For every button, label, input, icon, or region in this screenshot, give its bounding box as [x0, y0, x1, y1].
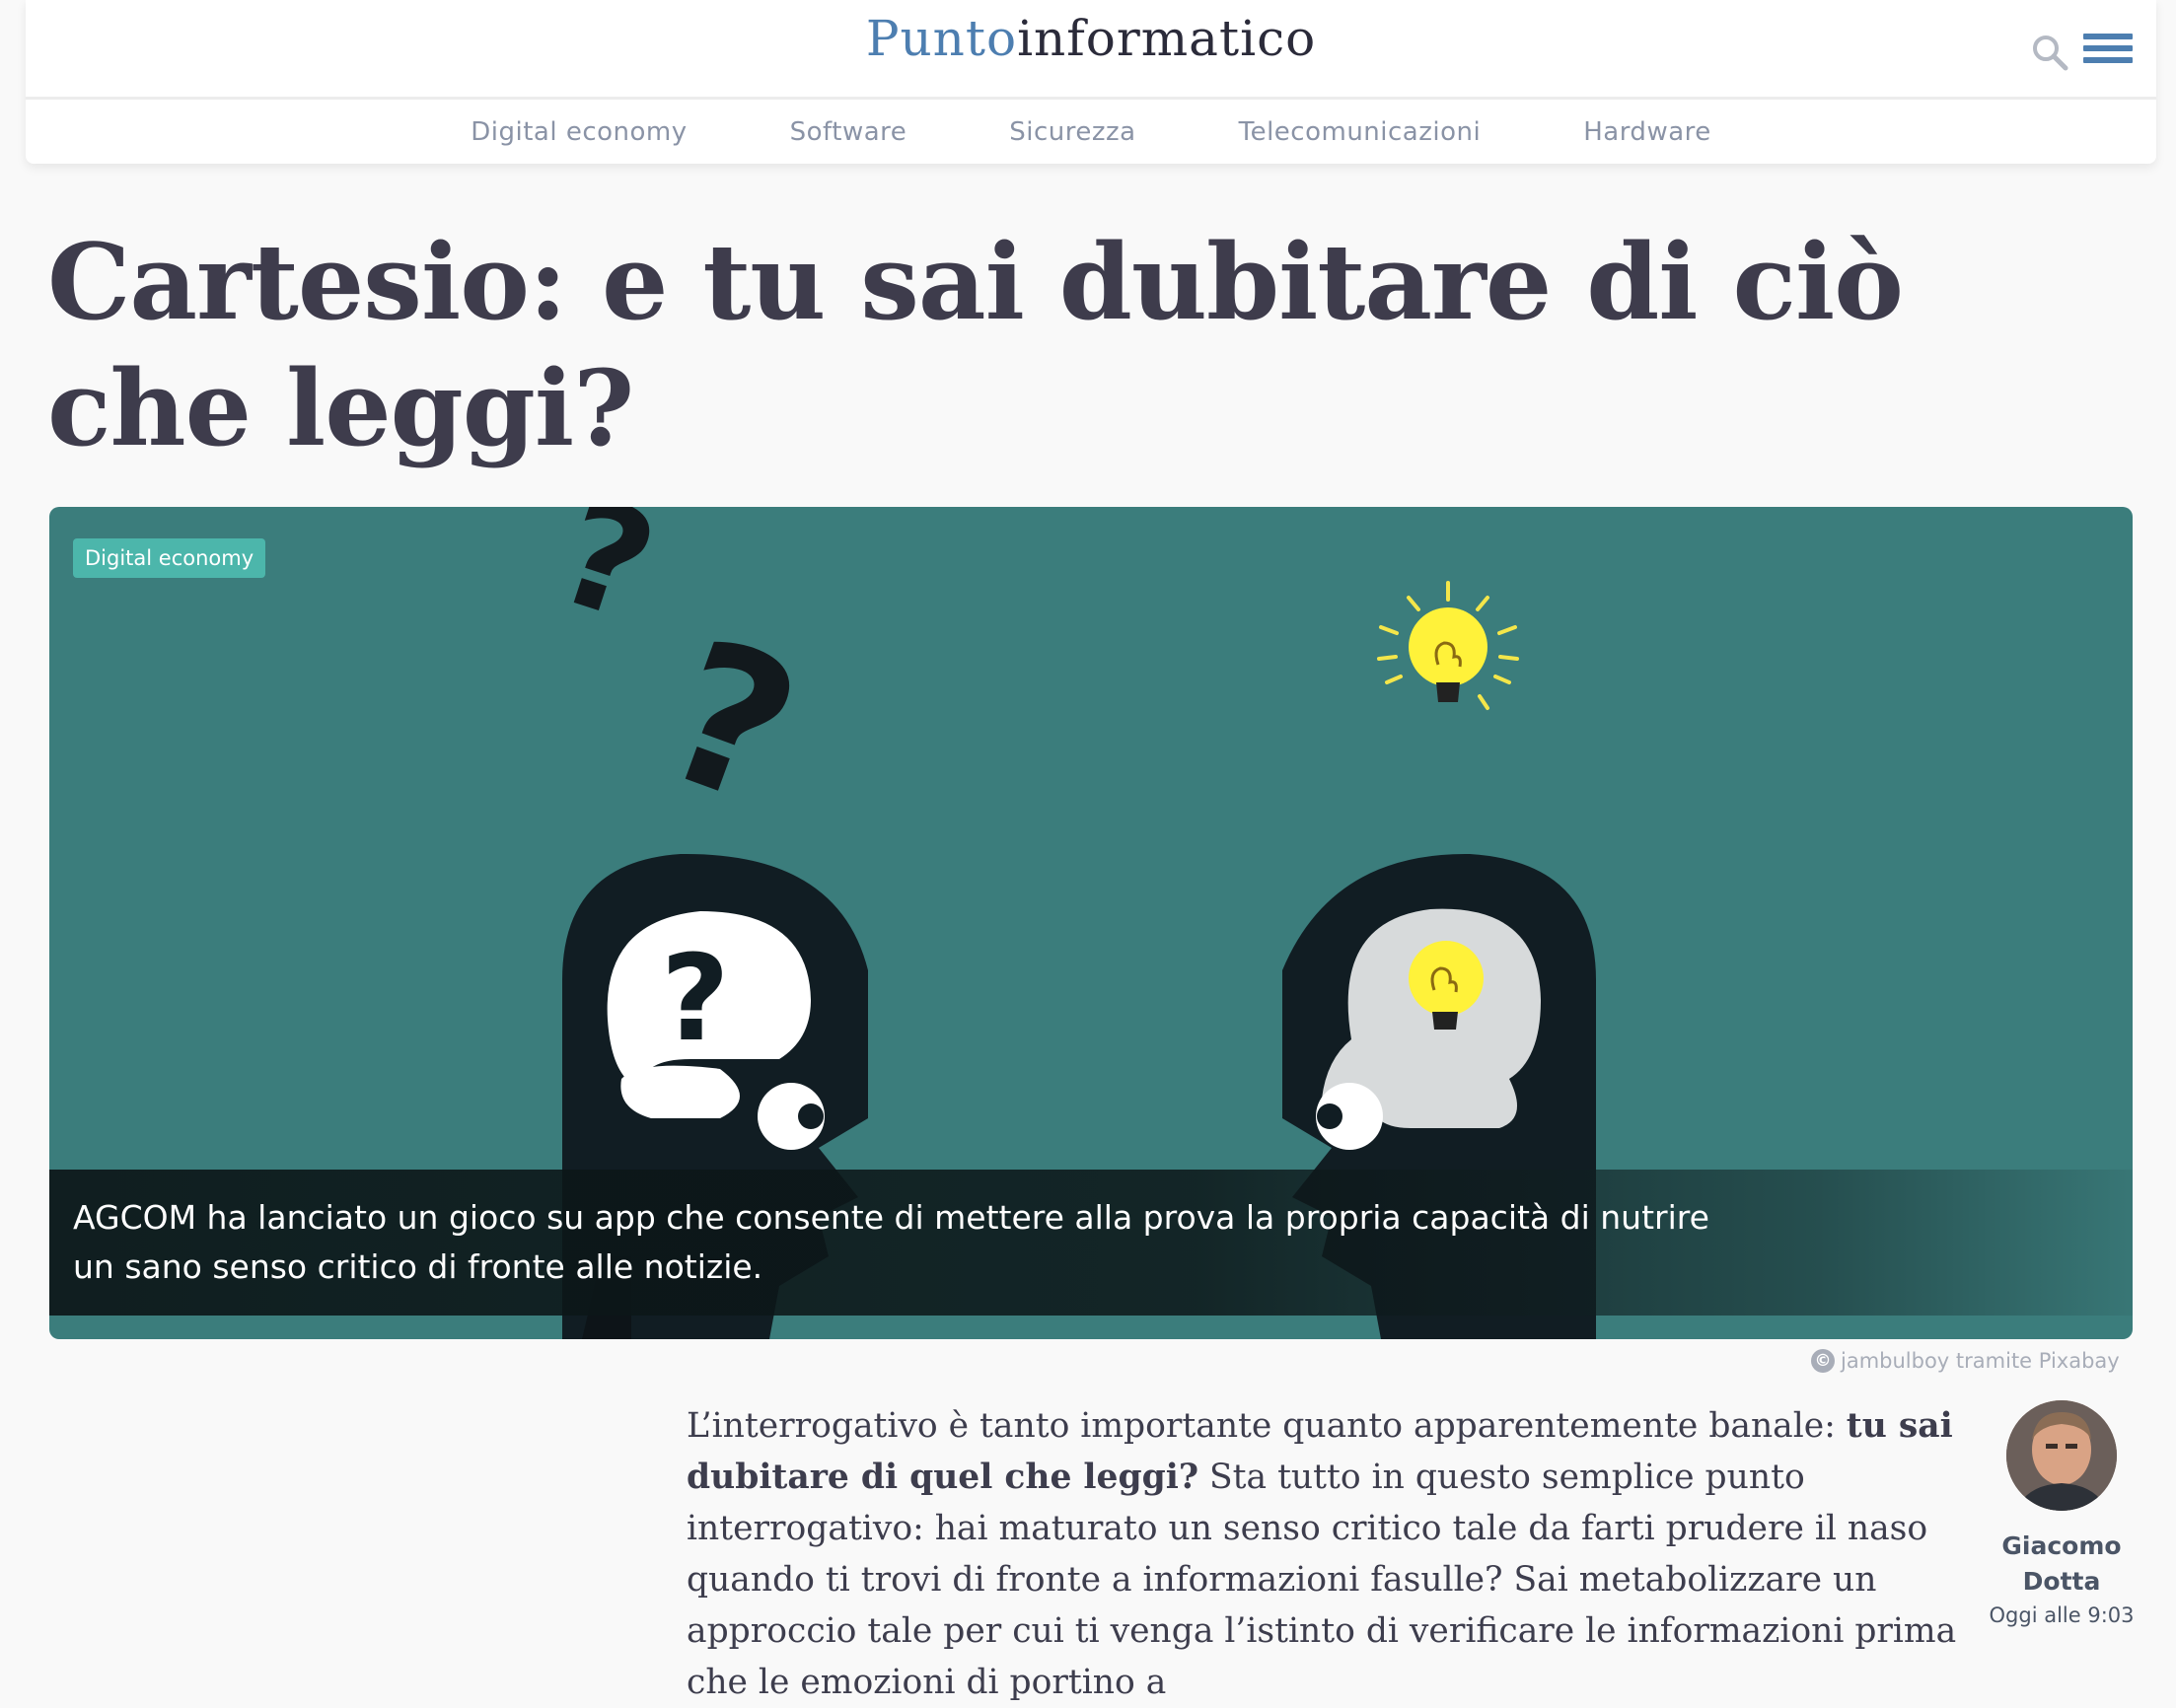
article-body: L’interrogativo è tanto importante quant… [687, 1400, 1989, 1708]
category-badge[interactable]: Digital economy [73, 538, 266, 578]
avatar[interactable] [2006, 1400, 2117, 1511]
image-caption: AGCOM ha lanciato un gioco su app che co… [49, 1170, 2133, 1316]
nav-item-hardware[interactable]: Hardware [1583, 117, 1711, 147]
svg-text:?: ? [539, 507, 674, 655]
category-nav: Digital economy Software Sicurezza Telec… [26, 100, 2156, 164]
search-icon[interactable] [2030, 33, 2069, 72]
svg-text:?: ? [637, 596, 824, 851]
header-top-bar: Puntoinformatico [26, 0, 2156, 100]
svg-text:?: ? [661, 931, 730, 1068]
site-header: Puntoinformatico Digital economy Softwar… [26, 0, 2156, 164]
copyright-icon: © [1811, 1349, 1835, 1373]
site-logo[interactable]: Puntoinformatico [26, 10, 2156, 67]
nav-item-digital-economy[interactable]: Digital economy [471, 117, 687, 147]
nav-item-sicurezza[interactable]: Sicurezza [1009, 117, 1135, 147]
hero-image: ? ? ? Digital economy AGCOM ha lanciato … [49, 507, 2133, 1339]
image-credit-text: jambulboy tramite Pixabay [1841, 1349, 2120, 1373]
logo-part-1: Punto [865, 10, 1018, 67]
caption-text: AGCOM ha lanciato un gioco su app che co… [73, 1198, 1709, 1286]
author-box[interactable]: Giacomo Dotta Oggi alle 9:03 [1973, 1400, 2150, 1627]
author-name[interactable]: Giacomo Dotta [1973, 1529, 2150, 1600]
image-credit: © jambulboy tramite Pixabay [1811, 1349, 2120, 1373]
article-title: Cartesio: e tu sai dubitare di ciò che l… [47, 220, 1904, 469]
logo-part-2: informatico [1017, 10, 1317, 67]
publish-date: Oggi alle 9:03 [1989, 1603, 2135, 1627]
menu-icon[interactable] [2083, 34, 2133, 67]
nav-item-software[interactable]: Software [790, 117, 907, 147]
body-intro: L’interrogativo è tanto importante quant… [687, 1406, 1847, 1446]
nav-item-telecomunicazioni[interactable]: Telecomunicazioni [1239, 117, 1482, 147]
